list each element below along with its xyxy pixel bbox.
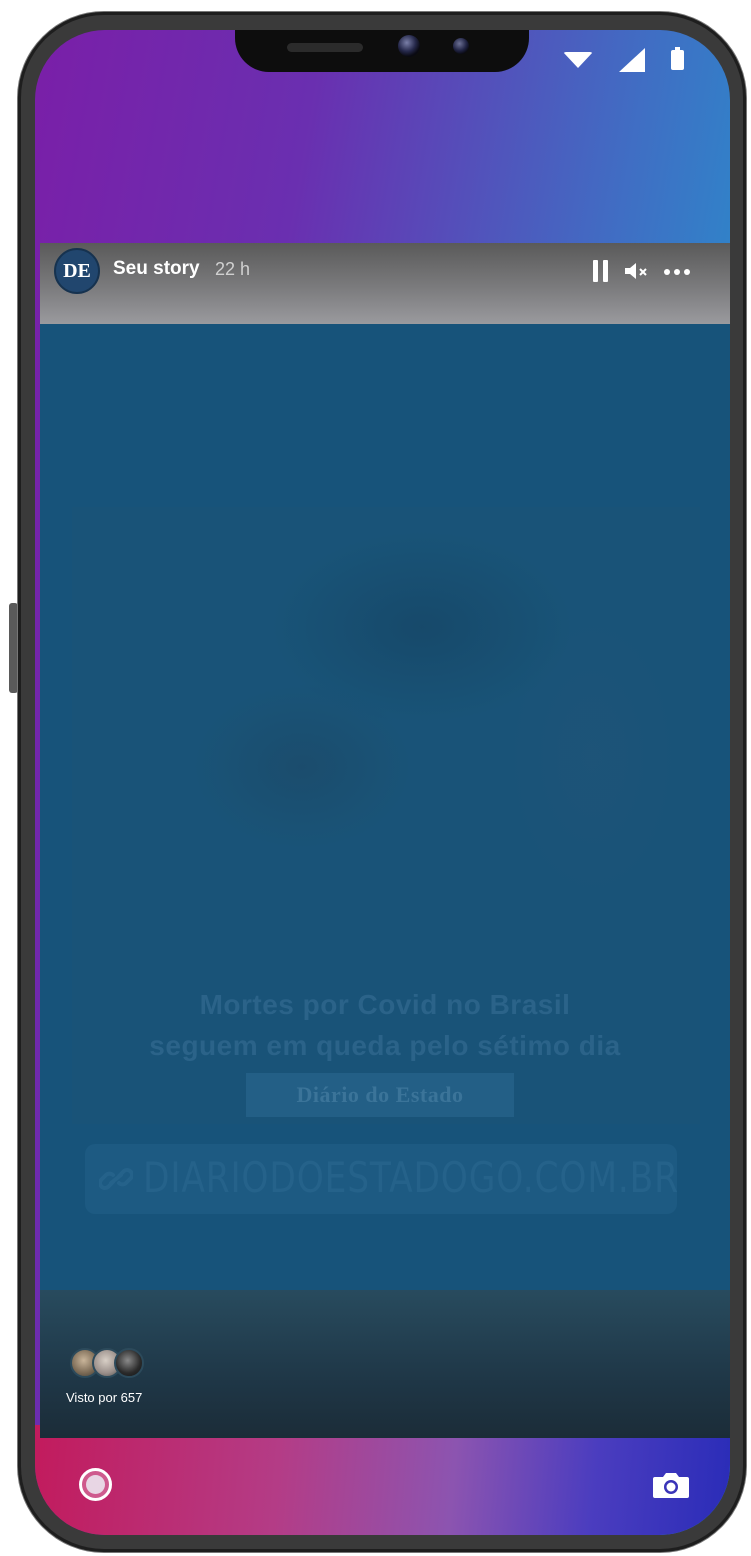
front-camera-lens: [398, 35, 420, 57]
headline-line-1: Mortes por Covid no Brasil: [199, 989, 571, 1020]
news-headline: Mortes por Covid no Brasil seguem em que…: [90, 984, 680, 1066]
story-content[interactable]: Mortes por Covid no Brasil seguem em que…: [40, 324, 730, 1290]
front-sensor: [453, 38, 469, 54]
link-url[interactable]: DIARIODOESTADOGO.COM.BR: [143, 1153, 679, 1202]
earpiece-speaker: [287, 43, 363, 52]
viewer-count[interactable]: Visto por 657: [66, 1390, 142, 1405]
pause-icon[interactable]: [593, 260, 609, 282]
status-bar-icons: [563, 47, 684, 72]
mute-icon[interactable]: [624, 261, 650, 281]
link-sticker[interactable]: DIARIODOESTADOGO.COM.BR: [85, 1144, 679, 1214]
viewer-avatars[interactable]: [70, 1348, 150, 1380]
signal-icon: [619, 48, 645, 72]
viewers-panel: Visto por 657: [40, 1290, 730, 1438]
headline-line-2: seguem em queda pelo sétimo dia: [149, 1030, 621, 1061]
notch: [235, 30, 529, 72]
battery-icon: [671, 47, 684, 70]
bottom-gradient: [35, 1425, 730, 1535]
side-volume-button: [9, 603, 18, 693]
home-circle-button[interactable]: [79, 1468, 112, 1501]
viewer-avatar: [114, 1348, 144, 1378]
link-icon: [99, 1168, 133, 1190]
story-age: 22 h: [215, 259, 251, 279]
story-title[interactable]: Seu story: [113, 258, 200, 280]
account-avatar[interactable]: DE: [54, 248, 100, 294]
phone-screen: DE Seu story 22 h Mortes por Covid no Br…: [35, 30, 730, 1535]
more-icon[interactable]: [664, 269, 690, 275]
story-header: DE Seu story 22 h: [40, 243, 730, 324]
brand-logo-box: Diário do Estado: [246, 1073, 514, 1117]
wifi-icon: [563, 52, 593, 68]
camera-icon[interactable]: [652, 1470, 690, 1500]
